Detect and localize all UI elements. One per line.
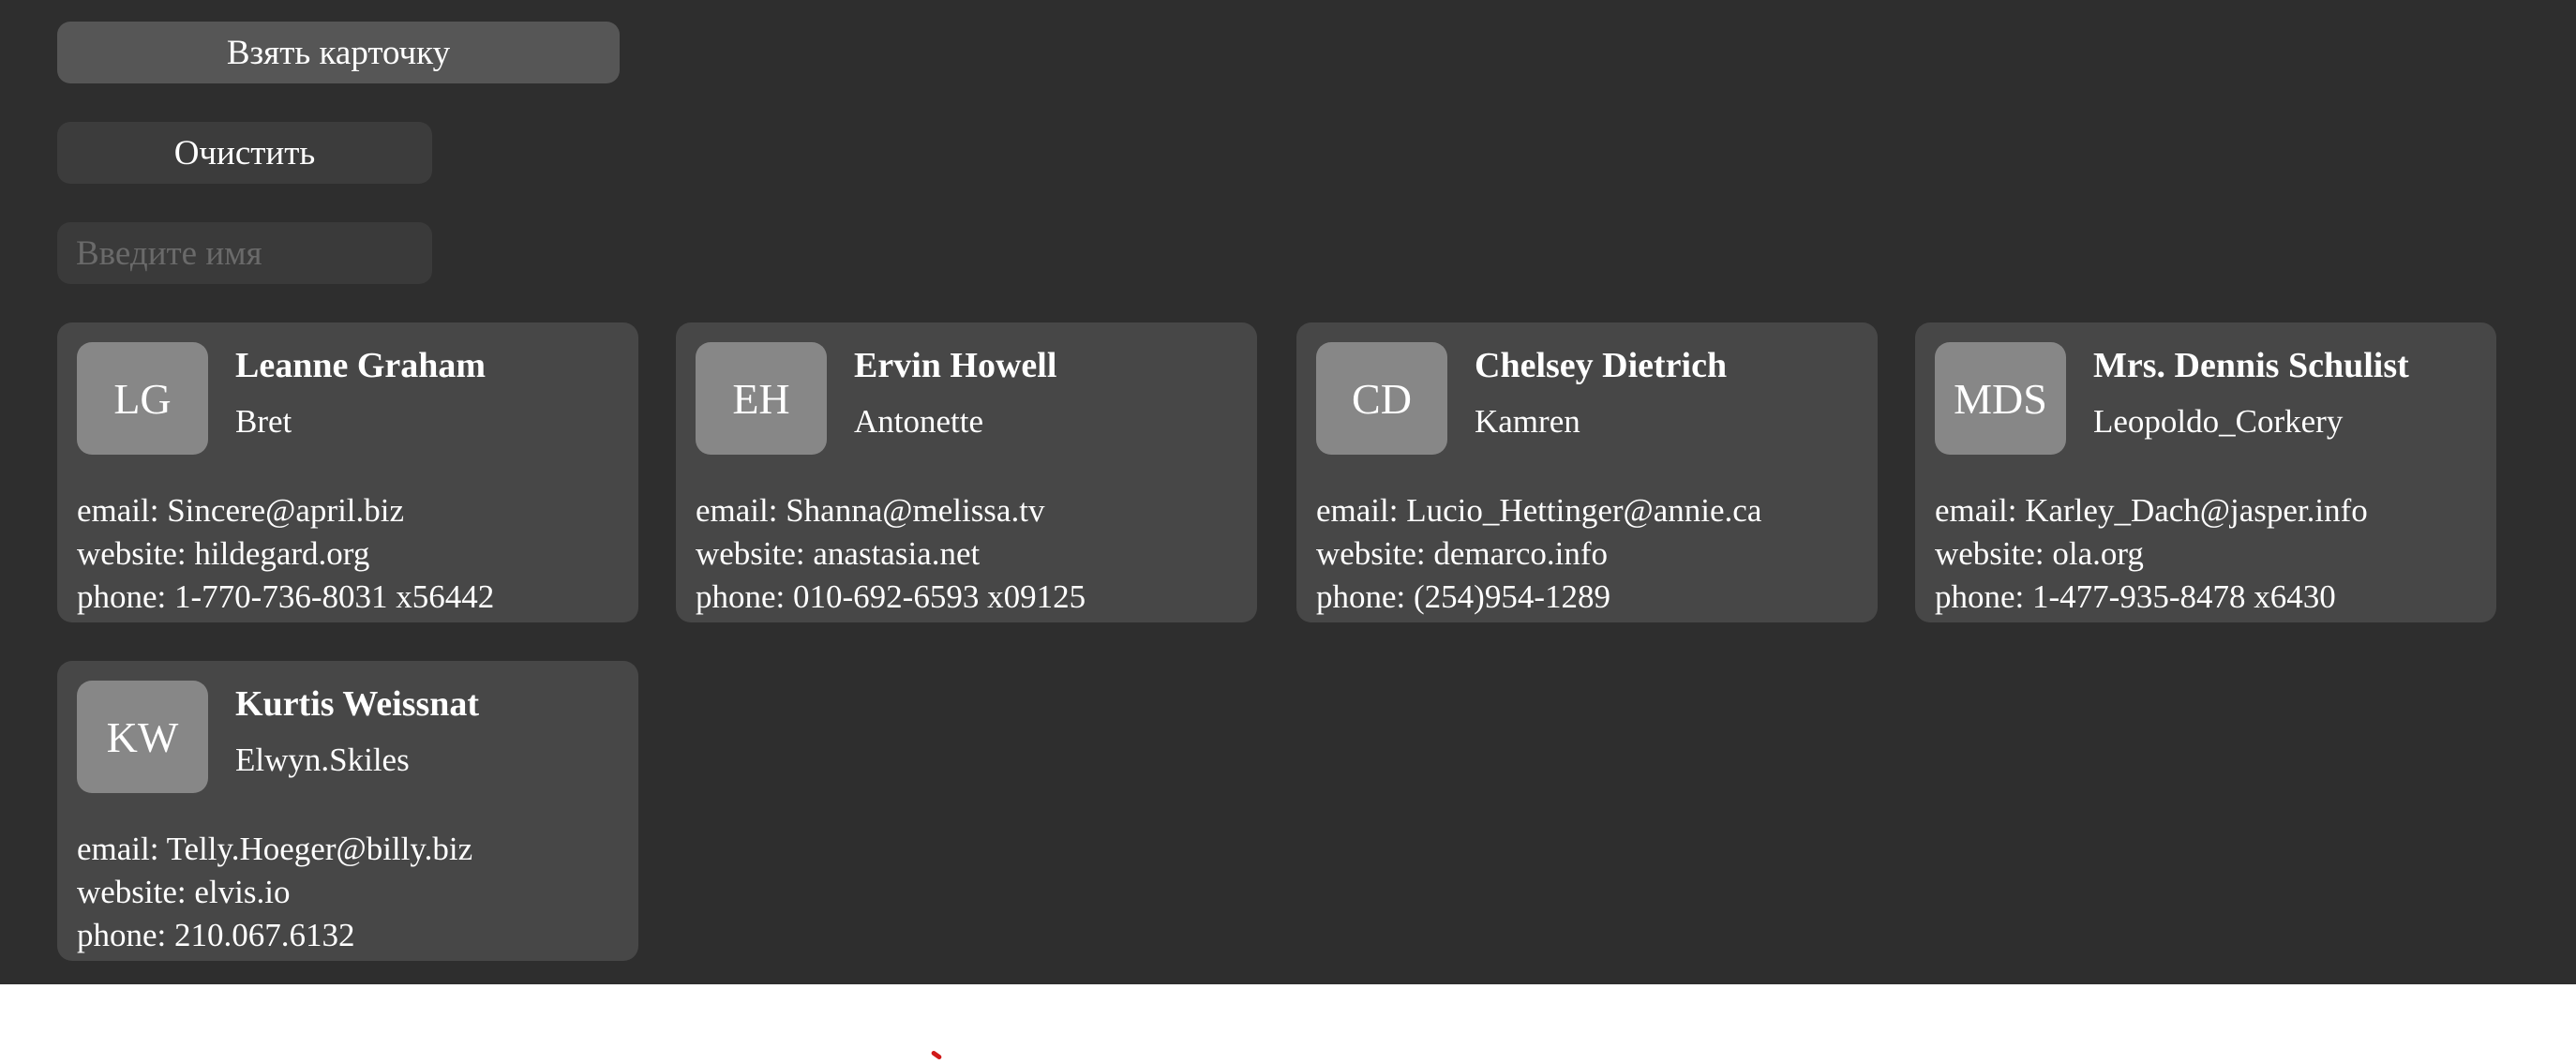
user-username: Elwyn.Skiles xyxy=(235,742,410,778)
user-name: Chelsey Dietrich xyxy=(1475,346,1728,385)
user-email: email: Shanna@melissa.tv xyxy=(696,492,1045,529)
user-website: website: anastasia.net xyxy=(696,535,981,572)
avatar: MDS xyxy=(1935,342,2066,455)
spinner-icon xyxy=(930,1050,943,1060)
user-phone: phone: 1-477-935-8478 x6430 xyxy=(1935,578,2336,615)
user-contact-info: email: Shanna@melissa.tv website: anasta… xyxy=(696,489,1086,619)
user-card: CD Chelsey Dietrich Kamren email: Lucio_… xyxy=(1296,322,1878,622)
user-card: LG Leanne Graham Bret email: Sincere@apr… xyxy=(57,322,638,622)
user-username: Kamren xyxy=(1475,403,1580,440)
clear-button[interactable]: Очистить xyxy=(57,122,432,184)
avatar: CD xyxy=(1316,342,1447,455)
user-email: email: Lucio_Hettinger@annie.ca xyxy=(1316,492,1762,529)
user-contact-info: email: Lucio_Hettinger@annie.ca website:… xyxy=(1316,489,1761,619)
user-phone: phone: 210.067.6132 xyxy=(77,917,355,953)
avatar: KW xyxy=(77,681,208,793)
user-name: Leanne Graham xyxy=(235,346,487,385)
user-website: website: elvis.io xyxy=(77,874,291,910)
user-name: Kurtis Weissnat xyxy=(235,684,480,724)
user-username: Bret xyxy=(235,403,292,440)
user-name: Ervin Howell xyxy=(854,346,1057,385)
user-card: KW Kurtis Weissnat Elwyn.Skiles email: T… xyxy=(57,661,638,961)
user-email: email: Sincere@april.biz xyxy=(77,492,405,529)
user-website: website: demarco.info xyxy=(1316,535,1609,572)
app-container: Взять карточку Очистить LG Leanne Graham… xyxy=(0,0,2576,984)
user-phone: phone: 1-770-736-8031 x56442 xyxy=(77,578,495,615)
user-contact-info: email: Sincere@april.biz website: hildeg… xyxy=(77,489,494,619)
user-email: email: Karley_Dach@jasper.info xyxy=(1935,492,2368,529)
user-phone: phone: (254)954-1289 xyxy=(1316,578,1610,615)
user-phone: phone: 010-692-6593 x09125 xyxy=(696,578,1086,615)
avatar: LG xyxy=(77,342,208,455)
name-input[interactable] xyxy=(57,222,432,284)
user-website: website: hildegard.org xyxy=(77,535,370,572)
user-card: MDS Mrs. Dennis Schulist Leopoldo_Corker… xyxy=(1915,322,2496,622)
user-name: Mrs. Dennis Schulist xyxy=(2093,346,2409,385)
user-contact-info: email: Karley_Dach@jasper.info website: … xyxy=(1935,489,2368,619)
avatar: EH xyxy=(696,342,827,455)
user-website: website: ola.org xyxy=(1935,535,2144,572)
user-contact-info: email: Telly.Hoeger@billy.biz website: e… xyxy=(77,828,472,957)
user-email: email: Telly.Hoeger@billy.biz xyxy=(77,831,473,867)
user-card: EH Ervin Howell Antonette email: Shanna@… xyxy=(676,322,1257,622)
user-username: Leopoldo_Corkery xyxy=(2093,403,2344,440)
take-card-button[interactable]: Взять карточку xyxy=(57,22,620,83)
user-username: Antonette xyxy=(854,403,984,440)
